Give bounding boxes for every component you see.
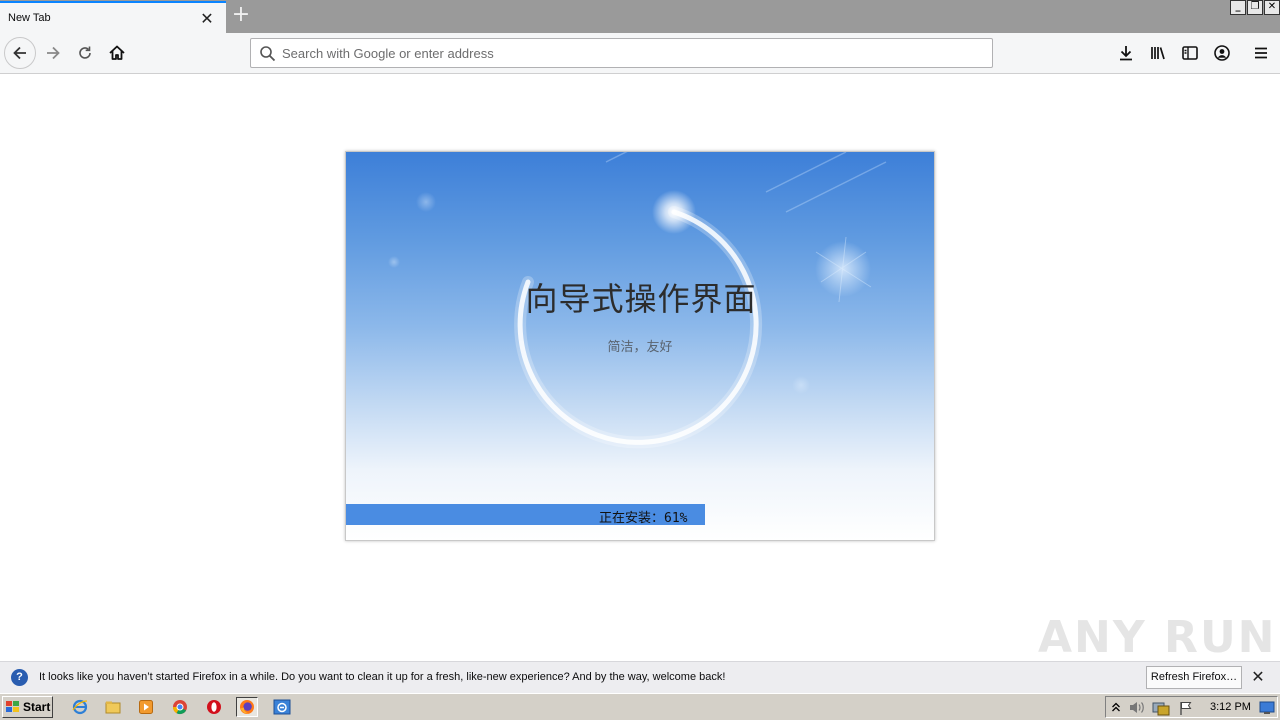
back-button[interactable] bbox=[4, 37, 36, 69]
navigation-toolbar bbox=[0, 33, 1280, 74]
folder-icon bbox=[105, 701, 121, 714]
sidebar-icon bbox=[1182, 46, 1198, 60]
network-icon[interactable] bbox=[1152, 700, 1170, 716]
forward-arrow-icon bbox=[47, 46, 60, 60]
back-arrow-icon bbox=[13, 46, 26, 60]
tab-strip: New Tab ✕ + _ ❐ ✕ bbox=[0, 0, 1280, 33]
windows-logo-icon bbox=[6, 701, 19, 712]
anyrun-watermark: ANY RUN bbox=[1038, 612, 1277, 663]
app-window-icon bbox=[273, 699, 291, 715]
refresh-firefox-button[interactable]: Refresh Firefox… bbox=[1146, 666, 1242, 689]
system-tray: 3:12 PM bbox=[1105, 696, 1278, 718]
chrome-icon bbox=[172, 700, 187, 715]
clock: 3:12 PM bbox=[1210, 701, 1251, 713]
download-icon bbox=[1120, 46, 1132, 61]
show-hidden-icons-icon[interactable] bbox=[1111, 701, 1121, 713]
install-progress-bar: 正在安装：61% bbox=[346, 504, 934, 526]
install-progress-label: 正在安装：61% bbox=[599, 511, 688, 526]
restore-icon[interactable]: ❐ bbox=[1247, 0, 1263, 15]
start-label: Start bbox=[23, 700, 51, 714]
tab-title: New Tab bbox=[8, 12, 51, 24]
hamburger-menu-icon bbox=[1255, 47, 1267, 59]
windows-taskbar: Start 3:12 PM bbox=[0, 693, 1280, 720]
opera-icon bbox=[207, 700, 221, 714]
volume-icon[interactable] bbox=[1128, 700, 1146, 715]
taskbar-media-player[interactable] bbox=[135, 697, 157, 717]
taskbar-opera[interactable] bbox=[203, 697, 225, 717]
home-icon bbox=[109, 45, 125, 60]
reload-icon bbox=[79, 46, 91, 59]
close-notification-icon[interactable]: ✕ bbox=[1250, 669, 1266, 685]
reload-button[interactable] bbox=[69, 37, 101, 69]
media-player-icon bbox=[139, 700, 153, 714]
close-tab-icon[interactable]: ✕ bbox=[198, 10, 216, 28]
downloads-button[interactable] bbox=[1115, 42, 1137, 64]
sidebar-button[interactable] bbox=[1179, 42, 1201, 64]
taskbar-app[interactable] bbox=[271, 697, 293, 717]
taskbar-chrome[interactable] bbox=[169, 697, 191, 717]
question-icon: ? bbox=[11, 669, 28, 686]
show-desktop-icon[interactable] bbox=[1259, 700, 1275, 715]
taskbar-ie[interactable] bbox=[69, 697, 91, 717]
home-button[interactable] bbox=[101, 37, 133, 69]
taskbar-explorer[interactable] bbox=[102, 697, 124, 717]
window-close-icon[interactable]: ✕ bbox=[1264, 0, 1280, 15]
new-tab-button[interactable]: + bbox=[230, 4, 252, 27]
internet-explorer-icon bbox=[72, 699, 88, 715]
account-icon bbox=[1214, 45, 1230, 61]
taskbar-firefox[interactable] bbox=[236, 697, 258, 717]
library-button[interactable] bbox=[1147, 42, 1169, 64]
address-bar[interactable] bbox=[250, 38, 993, 68]
refresh-notification-bar: ? It looks like you haven’t started Fire… bbox=[0, 661, 1280, 693]
menu-button[interactable] bbox=[1250, 42, 1272, 64]
action-center-flag-icon[interactable] bbox=[1178, 700, 1194, 716]
search-icon bbox=[260, 46, 276, 62]
forward-button[interactable] bbox=[37, 37, 69, 69]
start-button[interactable]: Start bbox=[2, 696, 53, 718]
window-controls: _ ❐ ✕ bbox=[1229, 0, 1280, 16]
firefox-icon bbox=[240, 700, 254, 714]
notification-message: It looks like you haven’t started Firefo… bbox=[39, 671, 726, 683]
search-input[interactable] bbox=[282, 39, 982, 67]
installer-title: 向导式操作界面 bbox=[525, 280, 757, 318]
tab-new-tab[interactable]: New Tab ✕ bbox=[0, 1, 226, 33]
minimize-icon[interactable]: _ bbox=[1230, 0, 1246, 15]
account-button[interactable] bbox=[1211, 42, 1233, 64]
library-icon bbox=[1151, 47, 1165, 60]
installer-window: 向导式操作界面 简洁，友好 正在安装：61% bbox=[345, 151, 935, 541]
installer-subtitle: 简洁，友好 bbox=[607, 340, 673, 355]
